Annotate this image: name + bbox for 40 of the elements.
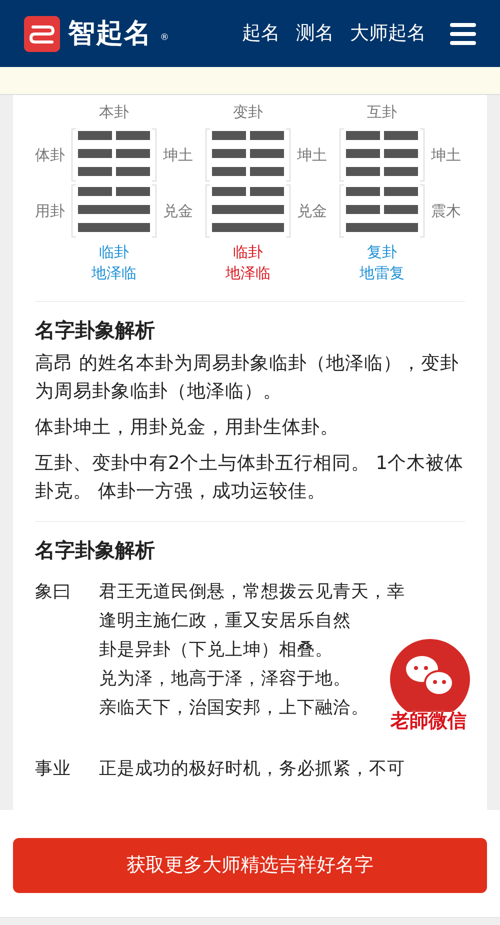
hexagram-title: 本卦 xyxy=(99,102,129,123)
cta-button[interactable]: 获取更多大师精选吉祥好名字 xyxy=(13,838,487,893)
nav-link[interactable]: 起名 xyxy=(242,19,280,48)
wechat-label: 老師微信 xyxy=(390,712,466,731)
hexagram-full-name: 地泽临 xyxy=(226,263,270,284)
analysis-text: 互卦、变卦中有2个土与体卦五行相同。 1个木被体卦克。 体卦一方强，成功运较佳。 xyxy=(35,452,465,504)
row-label: 事业 xyxy=(35,758,72,781)
row-text: 逢明主施仁政，重又安居乐自然 xyxy=(99,610,352,634)
row-text: 兑为泽，地高于泽，泽容于地。 xyxy=(99,668,352,692)
registered-mark: ® xyxy=(160,32,169,44)
analysis-text: 体卦坤土，用卦兑金，用卦生体卦。 xyxy=(35,416,340,440)
section-heading: 名字卦象解析 xyxy=(35,538,156,562)
trigram-label: 坤土 xyxy=(297,148,328,162)
hexagram-full-name: 地泽临 xyxy=(92,263,136,284)
trigram-label: 坤土 xyxy=(163,148,194,162)
wechat-icon[interactable] xyxy=(389,638,471,712)
hexagram-title: 变卦 xyxy=(233,102,263,123)
hexagram-name: 临卦 xyxy=(99,242,129,262)
hexagram-name: 复卦 xyxy=(367,242,397,262)
trigram-label: 用卦 xyxy=(35,204,66,218)
menu-icon[interactable] xyxy=(450,22,476,44)
row-text: 亲临天下，治国安邦，上下融洽。 xyxy=(99,696,370,720)
hexagram-title: 互卦 xyxy=(367,102,397,123)
hexagram-name: 临卦 xyxy=(233,242,263,262)
logo-text: 智起名 xyxy=(68,20,152,47)
logo-icon xyxy=(24,16,60,52)
trigram-label: 震木 xyxy=(431,204,462,218)
hexagram-full-name: 地雷复 xyxy=(360,263,404,284)
trigram-label: 体卦 xyxy=(35,148,66,162)
row-text: 卦是异卦（下兑上坤）相叠。 xyxy=(99,639,334,662)
row-label: 象曰 xyxy=(35,581,72,604)
trigram-label: 坤土 xyxy=(431,148,462,162)
trigram-label: 兑金 xyxy=(163,204,194,218)
row-text: 正是成功的极好时机，务必抓紧，不可 xyxy=(99,758,405,781)
nav-link[interactable]: 测名 xyxy=(296,19,334,48)
nav-link[interactable]: 大师起名 xyxy=(350,19,426,48)
section-heading: 名字卦象解析 xyxy=(35,318,156,342)
analysis-text: 高昂 的姓名本卦为周易卦象临卦（地泽临），变卦为周易卦象临卦（地泽临）。 xyxy=(35,352,460,404)
trigram-label: 兑金 xyxy=(297,204,328,218)
row-text: 君王无道民倒悬，常想拨云见青天，幸 xyxy=(99,581,405,604)
